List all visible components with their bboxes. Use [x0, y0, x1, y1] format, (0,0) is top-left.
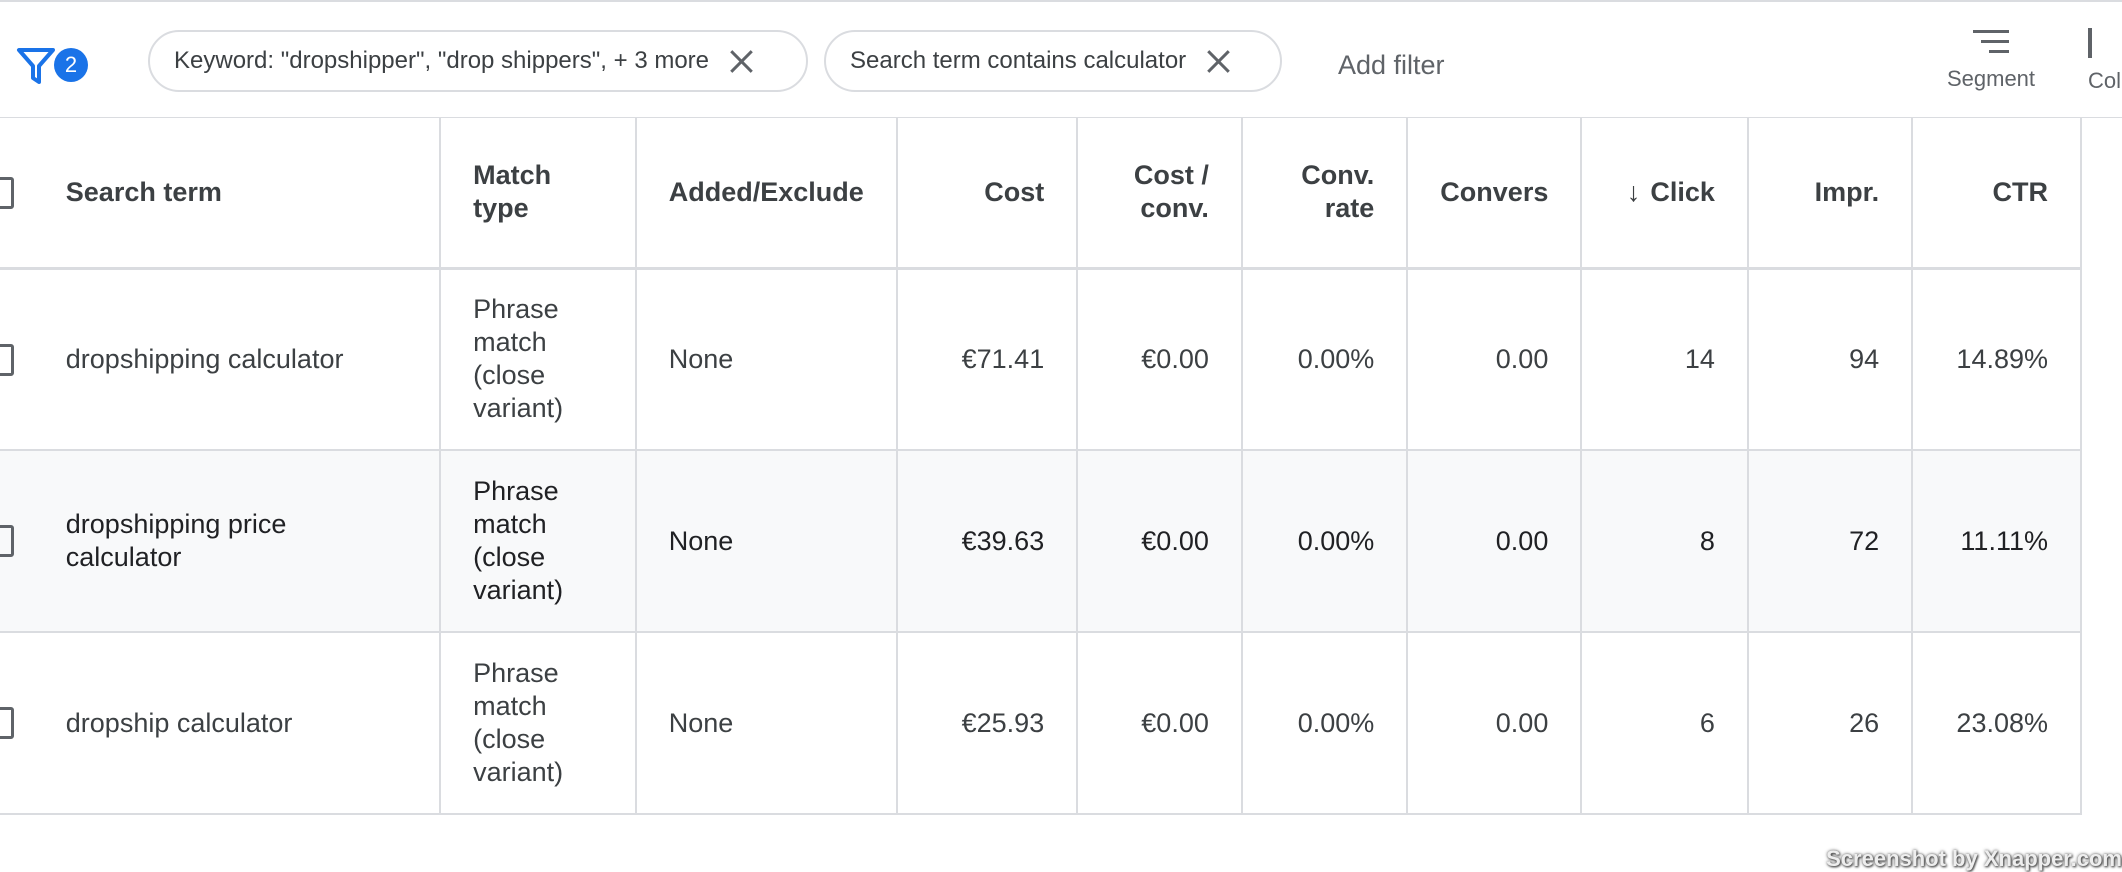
table-row[interactable]: dropship calculator Phrase match (close …	[0, 632, 2082, 815]
add-filter-button[interactable]: Add filter	[1338, 50, 1445, 81]
cell-impressions: 72	[1747, 450, 1914, 633]
header-cost[interactable]: Cost	[896, 118, 1079, 270]
header-conversions[interactable]: Convers	[1407, 118, 1583, 270]
header-impressions[interactable]: Impr.	[1747, 118, 1914, 270]
cell-match-type: Phrase match (close variant)	[440, 268, 637, 451]
cell-clicks: 6	[1581, 632, 1749, 815]
cell-impressions: 26	[1747, 632, 1914, 815]
header-search-term[interactable]: Search term	[33, 118, 442, 270]
filter-count-badge: 2	[54, 48, 88, 82]
cell-conv-rate: 0.00%	[1241, 632, 1409, 815]
header-ctr[interactable]: CTR	[1912, 118, 2082, 270]
cell-conversions: 0.00	[1407, 450, 1583, 633]
filter-chip-label: Keyword: "dropshipper", "drop shippers",…	[174, 47, 710, 74]
table-row[interactable]: dropshipping price calculator Phrase mat…	[0, 450, 2082, 633]
segment-icon	[1973, 28, 2009, 56]
cell-clicks: 8	[1581, 450, 1749, 633]
cell-ctr: 23.08%	[1912, 632, 2082, 815]
cell-impressions: 94	[1747, 268, 1914, 451]
cell-match-type: Phrase match (close variant)	[440, 450, 637, 633]
close-icon[interactable]	[1206, 49, 1230, 73]
cell-added-excluded: None	[635, 450, 898, 633]
header-conv-rate[interactable]: Conv. rate	[1241, 118, 1409, 270]
select-all-checkbox[interactable]	[0, 176, 14, 209]
cell-conv-rate: 0.00%	[1241, 450, 1409, 633]
filter-icon[interactable]: 2	[16, 28, 88, 88]
segment-button[interactable]: Segment	[1936, 28, 2046, 92]
row-select-cell	[0, 632, 34, 815]
row-checkbox[interactable]	[0, 343, 14, 376]
watermark: Screenshot by Xnapper.com	[1826, 846, 2122, 871]
row-select-cell	[0, 450, 34, 633]
cell-search-term: dropshipping price calculator	[33, 450, 442, 633]
cell-added-excluded: None	[635, 632, 898, 815]
cell-conversions: 0.00	[1407, 632, 1583, 815]
cell-search-term: dropshipping calculator	[33, 268, 442, 451]
header-cost-per-conv[interactable]: Cost / conv.	[1077, 118, 1243, 270]
cell-cost-per-conv: €0.00	[1077, 450, 1243, 633]
columns-label: Col	[2088, 68, 2122, 93]
row-select-cell	[0, 268, 34, 451]
funnel-icon	[17, 48, 55, 84]
columns-icon	[2088, 28, 2108, 58]
header-clicks-label: Click	[1650, 176, 1715, 207]
cell-ctr: 14.89%	[1912, 268, 2082, 451]
search-terms-table: Search term Match type Added/Exclude Cos…	[0, 118, 2082, 815]
cell-cost: €39.63	[896, 450, 1079, 633]
row-checkbox[interactable]	[0, 525, 14, 558]
header-clicks[interactable]: ↓ Click	[1581, 118, 1749, 270]
filter-chip-label: Search term contains calculator	[850, 47, 1187, 74]
cell-ctr: 11.11%	[1912, 450, 2082, 633]
cell-cost-per-conv: €0.00	[1077, 268, 1243, 451]
close-icon[interactable]	[729, 49, 753, 73]
cell-added-excluded: None	[635, 268, 898, 451]
segment-label: Segment	[1946, 66, 2036, 91]
cell-cost: €25.93	[896, 632, 1079, 815]
cell-match-type: Phrase match (close variant)	[440, 632, 637, 815]
sort-down-icon: ↓	[1626, 176, 1641, 207]
filter-chip-keyword[interactable]: Keyword: "dropshipper", "drop shippers",…	[148, 30, 808, 92]
select-all-cell	[0, 118, 34, 270]
filter-toolbar: 2 Keyword: "dropshipper", "drop shippers…	[0, 6, 2122, 118]
cell-cost-per-conv: €0.00	[1077, 632, 1243, 815]
cell-conversions: 0.00	[1407, 268, 1583, 451]
cell-conv-rate: 0.00%	[1241, 268, 1409, 451]
table-row[interactable]: dropshipping calculator Phrase match (cl…	[0, 268, 2082, 451]
header-match-type[interactable]: Match type	[440, 118, 637, 270]
row-checkbox[interactable]	[0, 707, 14, 740]
cell-cost: €71.41	[896, 268, 1079, 451]
cell-search-term: dropship calculator	[33, 632, 442, 815]
table-header-row: Search term Match type Added/Exclude Cos…	[0, 118, 2082, 270]
header-added-excluded[interactable]: Added/Exclude	[635, 118, 898, 270]
filter-chip-search-term[interactable]: Search term contains calculator	[824, 30, 1282, 92]
cell-clicks: 14	[1581, 268, 1749, 451]
columns-button[interactable]: Col	[2088, 28, 2122, 94]
